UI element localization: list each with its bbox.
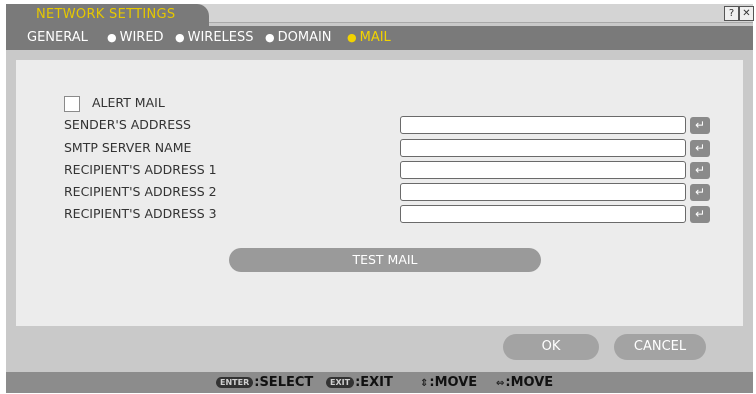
tab-wireless-label: WIRELESS [187,30,254,45]
recipient-address-2-label: RECIPIENT'S ADDRESS 2 [64,184,217,199]
hint-move-vertical-text: :MOVE [429,375,478,390]
exit-key-icon: EXIT [326,377,355,388]
tab-wired-label: WIRED [119,30,164,45]
hint-exit-text: :EXIT [355,375,393,390]
window-title: NETWORK SETTINGS [6,4,209,26]
recipient-address-3-field[interactable] [400,205,686,223]
tab-bar: GENERAL ● WIRED ● WIRELESS ● DOMAIN ● MAIL [6,26,753,50]
up-down-arrow-icon: ⇕ [420,378,429,389]
status-bar: ENTER:SELECT EXIT:EXIT ⇕:MOVE ⇔:MOVE [6,372,753,393]
recipient-address-2-field[interactable] [400,183,686,201]
recipient-address-3-label: RECIPIENT'S ADDRESS 3 [64,206,217,221]
enter-icon: ↵ [694,163,706,177]
cancel-button[interactable]: CANCEL [614,334,706,360]
recipient-address-1-enter-button[interactable]: ↵ [690,162,710,179]
tab-dot-icon: ● [175,31,185,44]
senders-address-label: SENDER'S ADDRESS [64,117,191,132]
tab-dot-icon: ● [347,31,357,44]
tab-general-label: GENERAL [27,30,88,45]
enter-key-icon: ENTER [216,377,254,388]
tab-dot-icon: ● [107,31,117,44]
close-button[interactable]: ✕ [739,6,754,21]
recipient-address-1-label: RECIPIENT'S ADDRESS 1 [64,162,217,177]
tab-mail[interactable]: ● MAIL [347,26,391,50]
enter-icon: ↵ [694,118,706,132]
hint-move-horizontal: ⇔:MOVE [496,372,553,393]
alert-mail-label: ALERT MAIL [92,95,165,110]
hint-exit: EXIT:EXIT [326,372,393,393]
enter-icon: ↵ [694,185,706,199]
ok-button[interactable]: OK [503,334,599,360]
senders-address-enter-button[interactable]: ↵ [690,117,710,134]
hint-select-text: :SELECT [254,375,314,390]
hint-move-vertical: ⇕:MOVE [420,372,477,393]
tab-domain-label: DOMAIN [277,30,332,45]
recipient-address-1-field[interactable] [400,161,686,179]
tab-dot-icon: ● [265,31,275,44]
enter-icon: ↵ [694,207,706,221]
tab-wireless[interactable]: ● WIRELESS [175,26,254,50]
tab-general[interactable]: GENERAL [27,26,88,50]
test-mail-button[interactable]: TEST MAIL [229,248,541,272]
smtp-server-name-field[interactable] [400,139,686,157]
left-right-arrow-icon: ⇔ [496,378,505,389]
help-button[interactable]: ? [724,6,739,21]
network-settings-window: NETWORK SETTINGS ? ✕ GENERAL ● WIRED ● WIR… [6,4,754,393]
smtp-server-name-label: SMTP SERVER NAME [64,140,192,155]
smtp-server-name-enter-button[interactable]: ↵ [690,140,710,157]
hint-select: ENTER:SELECT [216,372,313,393]
enter-icon: ↵ [694,141,706,155]
tab-mail-label: MAIL [359,30,391,45]
recipient-address-2-enter-button[interactable]: ↵ [690,184,710,201]
recipient-address-3-enter-button[interactable]: ↵ [690,206,710,223]
hint-move-horizontal-text: :MOVE [505,375,554,390]
alert-mail-checkbox[interactable] [64,96,80,112]
tab-wired[interactable]: ● WIRED [107,26,164,50]
senders-address-field[interactable] [400,116,686,134]
tab-domain[interactable]: ● DOMAIN [265,26,332,50]
